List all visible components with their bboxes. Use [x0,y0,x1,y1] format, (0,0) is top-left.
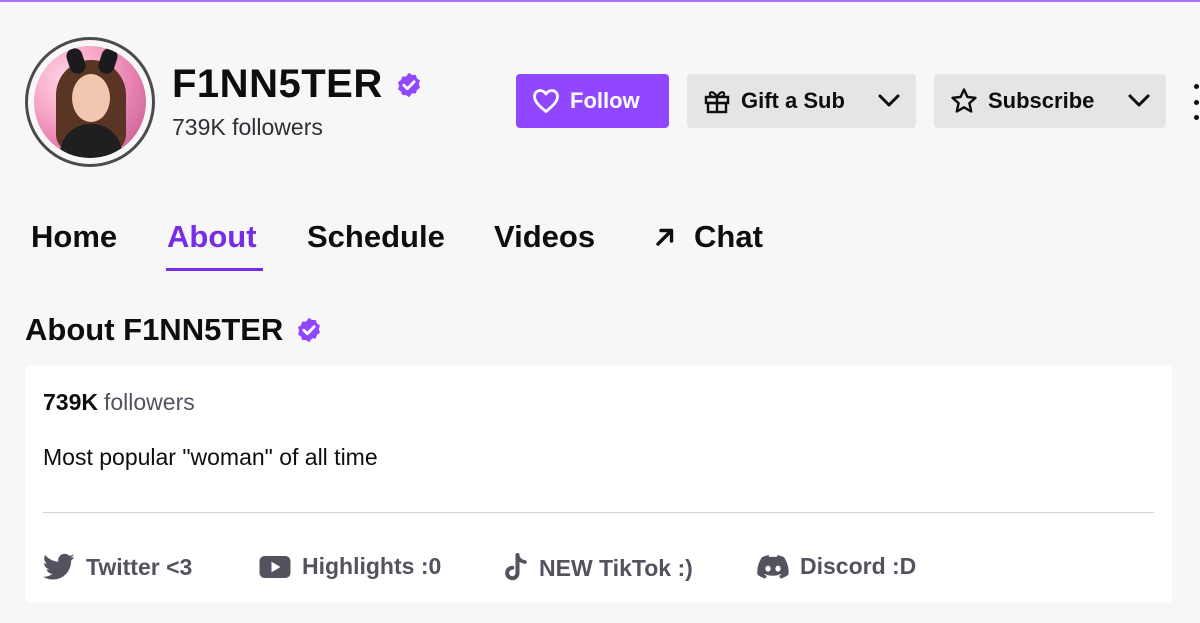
twitter-icon [43,553,75,580]
verified-badge-icon [298,317,321,343]
social-link-tiktok[interactable]: NEW TikTok :) [502,553,693,583]
panel-divider [43,512,1154,513]
about-followers: 739K followers [43,389,195,416]
tab-about[interactable]: About [167,219,257,255]
discord-link-label: Discord :D [800,553,917,579]
channel-bio: Most popular "woman" of all time [43,444,378,470]
follow-button[interactable]: Follow [516,74,669,128]
followers-count: 739K [43,389,98,415]
tab-schedule[interactable]: Schedule [307,219,445,255]
header-followers: 739K followers [172,114,323,140]
about-heading: About F1NN5TER [25,312,284,347]
youtube-icon [259,555,291,578]
gift-icon [704,91,730,114]
social-link-twitter[interactable]: Twitter <3 [43,553,192,581]
tab-chat-label: Chat [694,219,763,254]
chevron-down-icon [1128,94,1150,107]
social-link-youtube[interactable]: Highlights :0 [259,553,441,580]
channel-avatar[interactable] [25,37,155,167]
channel-name: F1NN5TER [172,62,383,106]
followers-label: followers [103,389,195,415]
subscribe-button[interactable]: Subscribe [934,74,1166,128]
more-options-icon[interactable] [1192,84,1200,120]
gift-sub-button-label: Gift a Sub [741,88,845,113]
channel-name-row: F1NN5TER [172,62,423,107]
verified-badge-icon [397,72,420,97]
about-panel: 739K followers Most popular "woman" of al… [25,365,1172,603]
discord-icon [757,554,789,579]
follow-button-label: Follow [570,88,640,113]
tiktok-icon [505,553,527,581]
tiktok-link-label: NEW TikTok :) [539,554,693,581]
chevron-down-icon [878,94,900,107]
subscribe-button-label: Subscribe [988,88,1095,113]
tab-chat[interactable]: Chat [650,219,763,255]
twitter-link-label: Twitter <3 [86,553,193,580]
top-accent-line [0,0,1200,2]
tab-videos[interactable]: Videos [494,219,595,255]
youtube-link-label: Highlights :0 [302,553,442,579]
external-arrow-icon [656,228,674,246]
active-tab-indicator [166,268,263,271]
tab-home[interactable]: Home [31,219,117,255]
star-icon [951,88,977,113]
social-link-discord[interactable]: Discord :D [757,553,916,580]
about-heading-row: About F1NN5TER [25,312,323,348]
gift-sub-button[interactable]: Gift a Sub [687,74,916,128]
avatar-image [34,46,146,158]
heart-icon [533,89,559,113]
